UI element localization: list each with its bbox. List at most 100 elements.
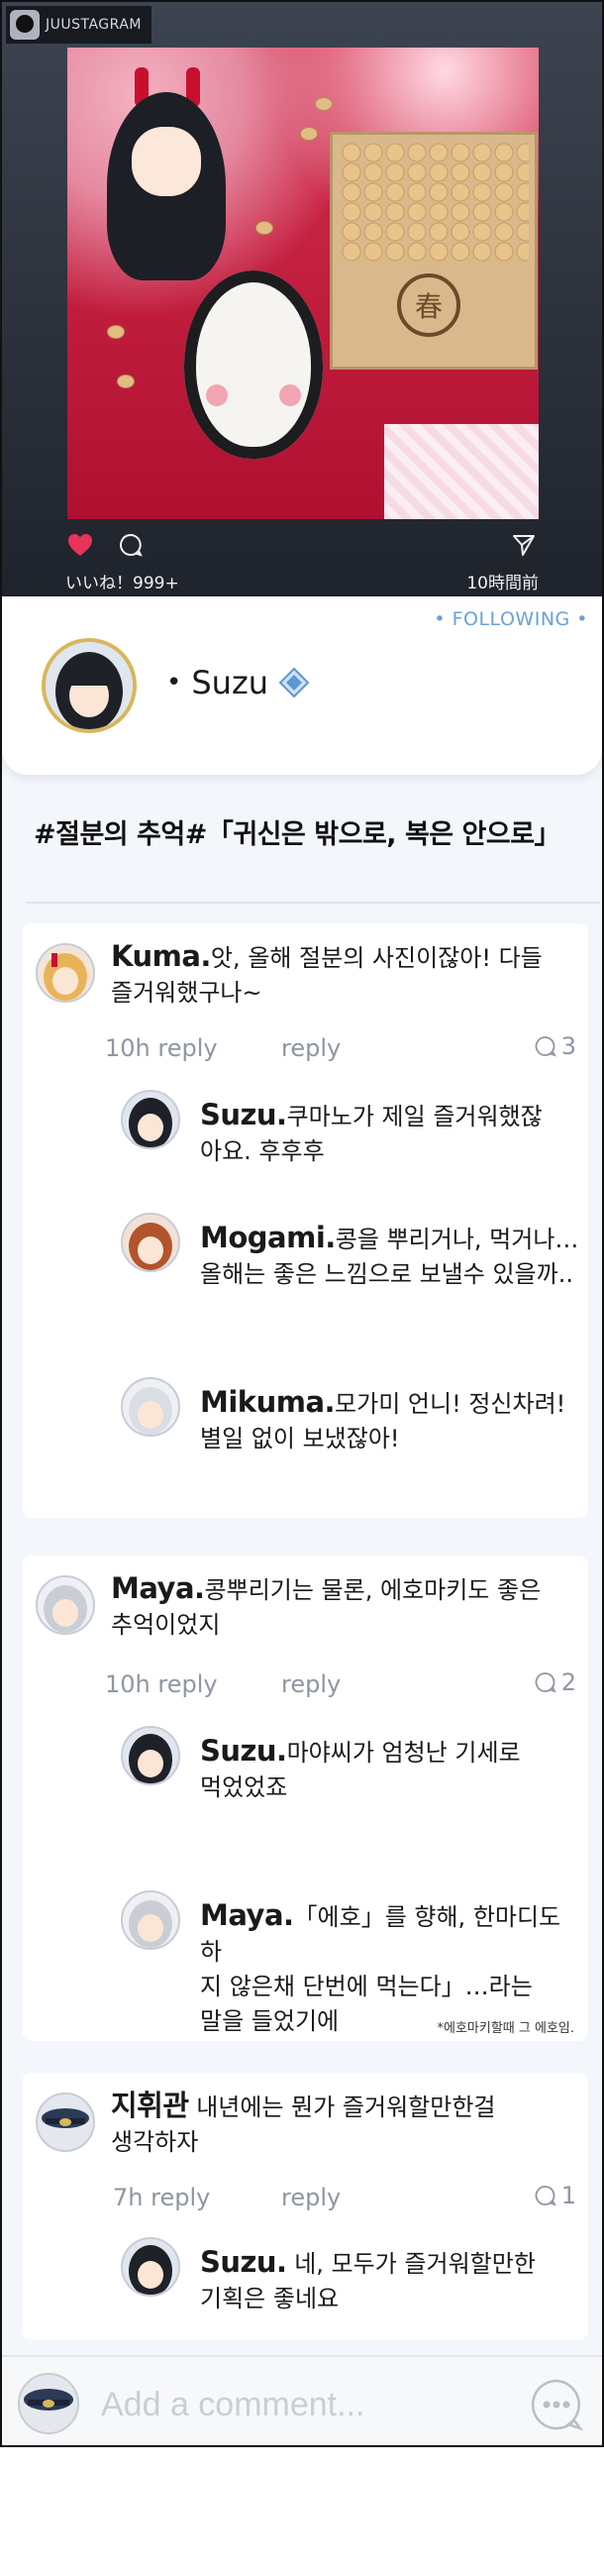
avatar-illustration xyxy=(46,642,133,729)
profile-card: • FOLLOWING • • Suzu xyxy=(2,596,602,775)
bean xyxy=(117,375,135,388)
my-avatar[interactable] xyxy=(18,2373,79,2434)
reply-button[interactable]: reply xyxy=(281,1034,341,1062)
profile-avatar[interactable] xyxy=(42,638,137,733)
bean xyxy=(255,221,273,235)
comment-time: 10h reply xyxy=(105,1670,218,1698)
character-face xyxy=(132,127,201,196)
comment-body: 추억이었지 xyxy=(111,1611,221,1639)
reply-body: 마야씨가 엄청난 기세로 xyxy=(286,1739,521,1767)
verified-icon xyxy=(278,667,310,698)
reply-body: 네, 모두가 즐거워할만한 xyxy=(294,2250,536,2278)
bean xyxy=(315,97,333,111)
reply-text: Suzu. 네, 모두가 즐거워할만한 기획은 좋네요 xyxy=(200,2245,576,2316)
reply-body: 올해는 좋은 느낌으로 보낼수 있을까.. xyxy=(200,1260,573,1288)
reply-count-value: 3 xyxy=(560,1032,576,1060)
comment-text: 지휘관 내년에는 뭔가 즐거워할만한걸 생각하자 xyxy=(111,2089,576,2160)
likes-count[interactable]: いいね！999+ xyxy=(65,569,179,593)
reply-body: 기획은 좋네요 xyxy=(200,2285,340,2312)
reply-body: 말을 들었기에 xyxy=(200,2007,340,2035)
post-caption: #절분의 추억#「귀신은 밖으로, 복은 안으로」 xyxy=(34,819,561,850)
divider xyxy=(26,902,600,904)
bean xyxy=(300,127,318,141)
footnote: *에호마키할때 그 에호임. xyxy=(437,2021,575,2036)
following-button[interactable]: • FOLLOWING • xyxy=(434,608,588,630)
reply-count[interactable]: 1 xyxy=(534,2182,576,2209)
post-time: 10時間前 xyxy=(466,574,539,593)
reply-button[interactable]: reply xyxy=(281,2184,341,2211)
heart-icon[interactable] xyxy=(67,533,93,557)
reply-body: 아요. 후후후 xyxy=(200,1137,325,1165)
avatar[interactable] xyxy=(121,1377,180,1437)
comment-body: 내년에는 뭔가 즐거워할만한걸 xyxy=(196,2093,496,2121)
reply-count-value: 2 xyxy=(560,1668,576,1696)
reply-username[interactable]: Suzu. xyxy=(200,1734,287,1768)
post-image[interactable]: 春 xyxy=(67,48,539,519)
bean xyxy=(107,325,125,339)
comment-time: 7h reply xyxy=(113,2184,211,2211)
comment-body: 콩뿌리기는 물론, 에호마키도 좋은 xyxy=(204,1576,542,1604)
reply-count-value: 1 xyxy=(560,2182,576,2209)
reply-text: Suzu.쿠마노가 제일 즐거워했잖 아요. 후후후 xyxy=(200,1098,576,1169)
app-name: JUUSTAGRAM xyxy=(46,17,142,33)
comment-body: 앗, 올해 절분의 사진이잖아! 다들 xyxy=(210,944,543,972)
reply-body: 별일 없이 보냈잖아! xyxy=(200,1425,400,1452)
reply-username[interactable]: Suzu. xyxy=(200,2245,287,2279)
reply-username[interactable]: Maya. xyxy=(200,1898,294,1932)
comment-composer xyxy=(2,2355,602,2445)
reply-count[interactable]: 2 xyxy=(534,1668,576,1696)
comment-username[interactable]: Kuma. xyxy=(111,939,211,973)
comment-thread: 지휘관 내년에는 뭔가 즐거워할만한걸 생각하자 7h reply reply … xyxy=(22,2073,588,2340)
reply-count[interactable]: 3 xyxy=(534,1032,576,1060)
app-frame: JUUSTAGRAM 春 いいね！999+ 10時間前 • FOLLOWING … xyxy=(0,0,604,2447)
reply-username[interactable]: Mogami. xyxy=(200,1221,336,1254)
comment-text: Kuma.앗, 올해 절분의 사진이잖아! 다들 즐거워했구나~ xyxy=(111,939,576,1011)
comment-time: 10h reply xyxy=(105,1034,218,1062)
reply-button[interactable]: reply xyxy=(281,1670,341,1698)
avatar[interactable] xyxy=(121,1213,180,1272)
send-icon[interactable] xyxy=(512,533,536,557)
mask-cheek xyxy=(279,384,301,406)
box-stamp: 春 xyxy=(397,273,460,337)
wooden-box: 春 xyxy=(330,132,538,370)
reply-body: 콩을 뿌리거나, 먹거나… xyxy=(335,1226,579,1253)
app-logo-icon xyxy=(10,10,40,40)
app-badge: JUUSTAGRAM xyxy=(6,6,151,44)
chibi-character xyxy=(87,57,255,315)
comment-body: 생각하자 xyxy=(111,2128,199,2156)
avatar[interactable] xyxy=(36,2093,95,2152)
mask-cheek xyxy=(206,384,228,406)
comment-icon[interactable] xyxy=(119,533,143,557)
post-actions: いいね！999+ 10時間前 xyxy=(2,525,602,596)
comment-username[interactable]: 지휘관 xyxy=(111,2089,189,2122)
comment-thread: Kuma.앗, 올해 절분의 사진이잖아! 다들 즐거워했구나~ 10h rep… xyxy=(22,923,588,1518)
avatar[interactable] xyxy=(121,1726,180,1785)
avatar[interactable] xyxy=(121,1890,180,1950)
reply-body: 지 않은채 단번에 먹는다」…라는 xyxy=(200,1973,533,2000)
speech-bubble-icon xyxy=(535,2186,556,2206)
reply-body: 쿠마노가 제일 즐거워했잖 xyxy=(286,1103,543,1130)
comment-thread: Maya.콩뿌리기는 물론, 에호마키도 좋은 추억이었지 10h reply … xyxy=(22,1556,588,2041)
reply-username[interactable]: Mikuma. xyxy=(200,1385,336,1419)
more-options-icon[interactable] xyxy=(529,2377,584,2432)
reply-body: 먹었었죠 xyxy=(200,1773,288,1801)
speech-bubble-icon xyxy=(535,1036,556,1057)
avatar[interactable] xyxy=(121,1090,180,1149)
reply-text: Mikuma.모가미 언니! 정신차려! 별일 없이 보냈잖아! xyxy=(200,1385,586,1456)
add-comment-input[interactable] xyxy=(101,2377,517,2432)
reply-text: Mogami.콩을 뿌리거나, 먹거나… 올해는 좋은 느낌으로 보낼수 있을까… xyxy=(200,1221,586,1292)
reply-text: Suzu.마야씨가 엄청난 기세로 먹었었죠 xyxy=(200,1734,576,1805)
post-header-area: JUUSTAGRAM 春 いいね！999+ 10時間前 xyxy=(2,2,602,596)
comment-username[interactable]: Maya. xyxy=(111,1571,205,1605)
profile-name[interactable]: Suzu xyxy=(191,664,268,701)
reply-body: 모가미 언니! 정신차려! xyxy=(335,1390,566,1418)
avatar[interactable] xyxy=(121,2237,180,2297)
comment-text: Maya.콩뿌리기는 물론, 에호마키도 좋은 추억이었지 xyxy=(111,1571,576,1643)
avatar[interactable] xyxy=(36,1575,95,1635)
beans xyxy=(341,143,529,262)
comment-body: 즐거워했구나~ xyxy=(111,979,262,1007)
profile-name-row: • Suzu xyxy=(166,664,310,701)
reply-username[interactable]: Suzu. xyxy=(200,1098,287,1131)
bullet: • xyxy=(166,668,182,698)
avatar[interactable] xyxy=(36,943,95,1003)
